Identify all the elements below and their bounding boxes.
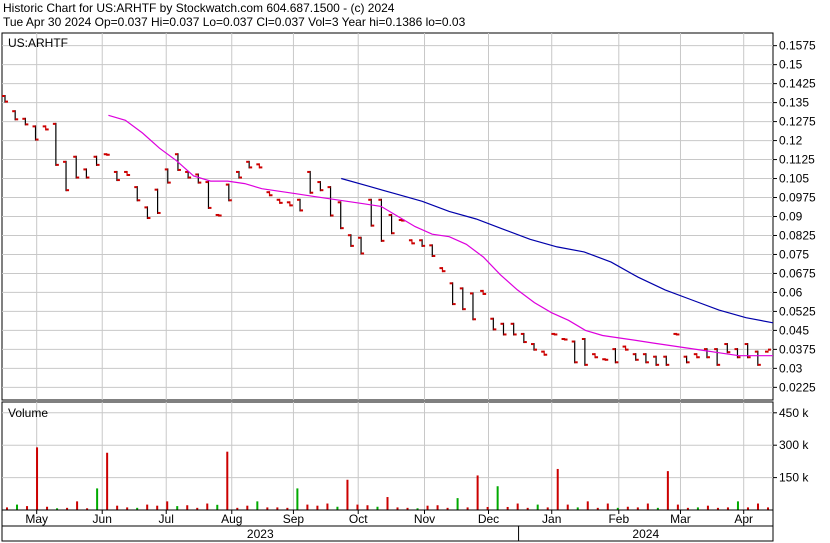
volume-panel-title: Volume (8, 406, 48, 420)
volume-bar (516, 503, 519, 510)
volume-bar (556, 468, 559, 510)
month-label: Oct (349, 512, 368, 526)
volume-bar (326, 503, 329, 510)
volume-panel: 450 k 300 k 150 k Volume (1, 401, 809, 511)
volume-bar (96, 488, 99, 510)
price-tick-label: 0.0675 (779, 266, 816, 280)
month-label: Jun (93, 512, 112, 526)
stock-chart: 0.1575 0.15 0.1425 0.135 0.1275 0.12 0.1125 0.1… (1, 32, 816, 542)
price-tick-label: 0.1425 (779, 77, 816, 91)
price-tick-label: 0.0225 (779, 380, 816, 394)
volume-frame (1, 401, 774, 511)
month-label: Jan (542, 512, 561, 526)
price-tick-label: 0.0375 (779, 342, 816, 356)
price-tick-label: 0.1575 (779, 39, 816, 53)
price-tick-label: 0.075 (779, 247, 809, 261)
month-row (1, 509, 774, 527)
x-axis: May Jun Jul Aug Sep Oct Nov Dec Jan Feb Mar Apr 2023… (1, 509, 774, 542)
volume-bar (166, 501, 169, 510)
volume-bar (586, 501, 589, 510)
month-label: Feb (608, 512, 629, 526)
month-label: May (25, 512, 48, 526)
price-tick-label: 0.06 (779, 285, 803, 299)
volume-bar (26, 506, 29, 510)
price-panel: 0.1575 0.15 0.1425 0.135 0.1275 0.12 0.1125 0.1… (1, 32, 816, 401)
price-panel-title: US:ARHTF (8, 36, 68, 50)
volume-tick-label: 450 k (779, 406, 809, 420)
volume-bar (346, 479, 349, 510)
volume-bar (356, 504, 359, 510)
volume-bar (436, 505, 439, 510)
month-label: Sep (283, 512, 305, 526)
volume-bar (296, 488, 299, 510)
volume-bar (76, 501, 79, 510)
volume-bar (756, 503, 759, 510)
price-tick-label: 0.105 (779, 172, 809, 186)
year-label: 2024 (632, 527, 659, 541)
price-tick-label: 0.135 (779, 96, 809, 110)
month-label: Dec (478, 512, 499, 526)
volume-bar (106, 452, 109, 510)
year-label: 2023 (247, 527, 274, 541)
volume-bar (146, 504, 149, 510)
price-tick-label: 0.1275 (779, 115, 816, 129)
volume-bar (646, 503, 649, 510)
volume-bar (536, 504, 539, 510)
price-tick-label: 0.15 (779, 58, 803, 72)
volume-bar (186, 505, 189, 510)
volume-bar (676, 504, 679, 510)
volume-bar (16, 504, 19, 510)
volume-bar (736, 501, 739, 510)
volume-bar (456, 498, 459, 510)
volume-bar (496, 486, 499, 510)
price-tick-label: 0.0525 (779, 304, 816, 318)
month-label: Nov (414, 512, 435, 526)
volume-bar (36, 447, 39, 510)
volume-bar (306, 504, 309, 510)
volume-bar (226, 451, 229, 510)
volume-bar (426, 505, 429, 510)
volume-bar (216, 504, 219, 510)
price-tick-label: 0.045 (779, 323, 809, 337)
month-label: Jul (159, 512, 174, 526)
volume-bar (246, 505, 249, 510)
price-tick-label: 0.1125 (779, 153, 815, 167)
volume-bar (116, 505, 119, 510)
volume-bar (566, 504, 569, 510)
volume-bar (316, 505, 319, 510)
volume-bar (156, 505, 159, 510)
volume-bar (386, 497, 389, 510)
price-tick-label: 0.09 (779, 210, 803, 224)
price-tick-label: 0.0825 (779, 228, 816, 242)
volume-tick-label: 150 k (779, 471, 809, 485)
month-label: Apr (734, 512, 753, 526)
price-tick-label: 0.0975 (779, 191, 816, 205)
volume-bar (366, 505, 369, 510)
volume-bar (666, 471, 669, 510)
price-tick-label: 0.03 (779, 361, 803, 375)
volume-bar (256, 501, 259, 510)
volume-bar (206, 503, 209, 510)
price-tick-label: 0.12 (779, 134, 803, 148)
volume-bar (476, 475, 479, 510)
volume-bar (706, 505, 709, 510)
volume-tick-label: 300 k (779, 438, 809, 452)
volume-bar (606, 503, 609, 510)
month-label: Aug (221, 512, 242, 526)
month-label: Mar (670, 512, 691, 526)
volume-bar (176, 506, 179, 510)
